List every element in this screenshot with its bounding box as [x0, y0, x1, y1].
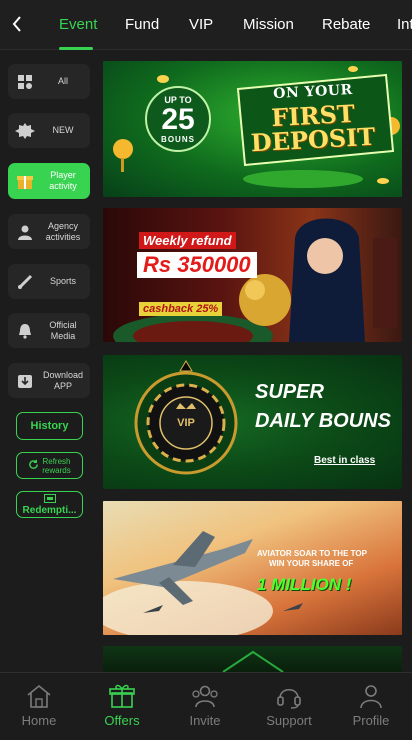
profile-icon	[356, 682, 386, 710]
tab-fund[interactable]: Fund	[125, 0, 159, 50]
sidebar-item-label: Sports	[49, 276, 76, 286]
tab-rebate[interactable]: Rebate	[322, 0, 370, 50]
aviator-banner[interactable]: AVIATOR SOAR TO THE TOP WIN YOUR SHARE O…	[103, 501, 402, 635]
top-tab-bar: Event Fund VIP Mission Rebate Int	[0, 0, 412, 50]
sidebar-item-player-activity[interactable]: Player activity	[8, 163, 90, 199]
weekly-refund-title: Weekly refund	[139, 232, 236, 249]
sidebar-item-new[interactable]: NEW	[8, 113, 90, 148]
sidebar-item-agency-activities[interactable]: Agency activities	[8, 214, 90, 249]
cashback-label: cashback 25%	[139, 302, 223, 316]
download-icon	[11, 363, 39, 398]
sidebar-item-official-media[interactable]: Official Media	[8, 313, 90, 348]
banner-decoration	[222, 650, 284, 672]
aviator-subtagline: WIN YOUR SHARE OF	[269, 559, 354, 568]
tab-mission[interactable]: Mission	[243, 0, 294, 50]
nav-home[interactable]: Home	[0, 673, 80, 740]
history-button[interactable]: History	[16, 412, 83, 440]
sidebar-item-download-app[interactable]: Download APP	[8, 363, 90, 398]
home-icon	[24, 682, 54, 710]
nav-offers[interactable]: Offers	[81, 673, 163, 740]
nav-invite[interactable]: Invite	[164, 673, 246, 740]
sidebar-item-label: All	[57, 76, 68, 86]
tab-int[interactable]: Int	[397, 0, 412, 50]
refresh-rewards-button[interactable]: Refresh rewards	[16, 452, 83, 479]
super-title: SUPER	[255, 381, 324, 403]
sidebar-item-label: Download APP	[42, 369, 84, 391]
aviator-prize: 1 MILLION !	[257, 575, 352, 594]
aviator-tagline: AVIATOR SOAR TO THE TOP	[257, 549, 367, 558]
nav-support[interactable]: Support	[248, 673, 330, 740]
first-deposit-banner[interactable]: UP TO 25 BOUNS ON YOUR FIRST DEPOSIT	[103, 61, 402, 197]
sidebar-item-label: Player activity	[49, 170, 77, 191]
active-tab-indicator	[59, 47, 93, 50]
headset-icon	[274, 682, 304, 710]
sidebar-item-label: Official Media	[49, 319, 77, 341]
daily-bonus-title: DAILY BOUNS	[255, 410, 391, 432]
sidebar-item-label: Agency activities	[45, 220, 81, 242]
badge-amount: 25	[161, 103, 195, 136]
ticket-icon	[43, 493, 56, 506]
gift-icon	[11, 163, 39, 199]
tab-vip[interactable]: VIP	[189, 0, 213, 50]
badge-bonus-word: BOUNS	[161, 135, 195, 144]
nav-profile-label: Profile	[352, 713, 390, 728]
bell-icon	[11, 313, 39, 348]
bottom-nav: Home Offers Invite Support Profile	[0, 672, 412, 740]
weekly-refund-amount: Rs 350000	[137, 252, 257, 278]
jet-graphic	[103, 531, 303, 635]
weekly-refund-banner[interactable]: Weekly refund Rs 350000 cashback 25%	[103, 208, 402, 342]
sidebar-item-sports[interactable]: Sports	[8, 264, 90, 299]
best-in-class-link[interactable]: Best in class	[314, 455, 375, 466]
sports-icon	[11, 264, 39, 299]
nav-support-label: Support	[266, 713, 312, 728]
nav-profile[interactable]: Profile	[330, 673, 412, 740]
nav-invite-label: Invite	[189, 713, 221, 728]
nav-home-label: Home	[21, 713, 57, 728]
tab-event[interactable]: Event	[59, 0, 97, 50]
sidebar-item-label: NEW	[52, 125, 74, 135]
super-daily-bonus-banner[interactable]: VIP SUPER DAILY BOUNS Best in class	[103, 355, 402, 489]
new-badge-icon	[11, 113, 39, 148]
gift-icon	[107, 682, 137, 710]
vip-chip-label: VIP	[177, 417, 195, 429]
up-to-25-badge: UP TO 25 BOUNS	[145, 86, 211, 152]
invite-icon	[190, 682, 220, 710]
grid-icon	[11, 64, 39, 99]
redemption-label: Redempti...	[22, 504, 77, 516]
next-banner-partial[interactable]	[103, 646, 402, 672]
refresh-label-line2: rewards	[42, 465, 71, 475]
refresh-icon	[28, 459, 39, 472]
sidebar-item-all[interactable]: All	[8, 64, 90, 99]
refresh-label-line1: Refresh	[42, 456, 71, 466]
nav-offers-label: Offers	[104, 713, 140, 728]
redemption-button[interactable]: Redempti...	[16, 491, 83, 518]
agent-icon	[11, 214, 39, 249]
back-arrow-icon[interactable]	[6, 12, 28, 36]
